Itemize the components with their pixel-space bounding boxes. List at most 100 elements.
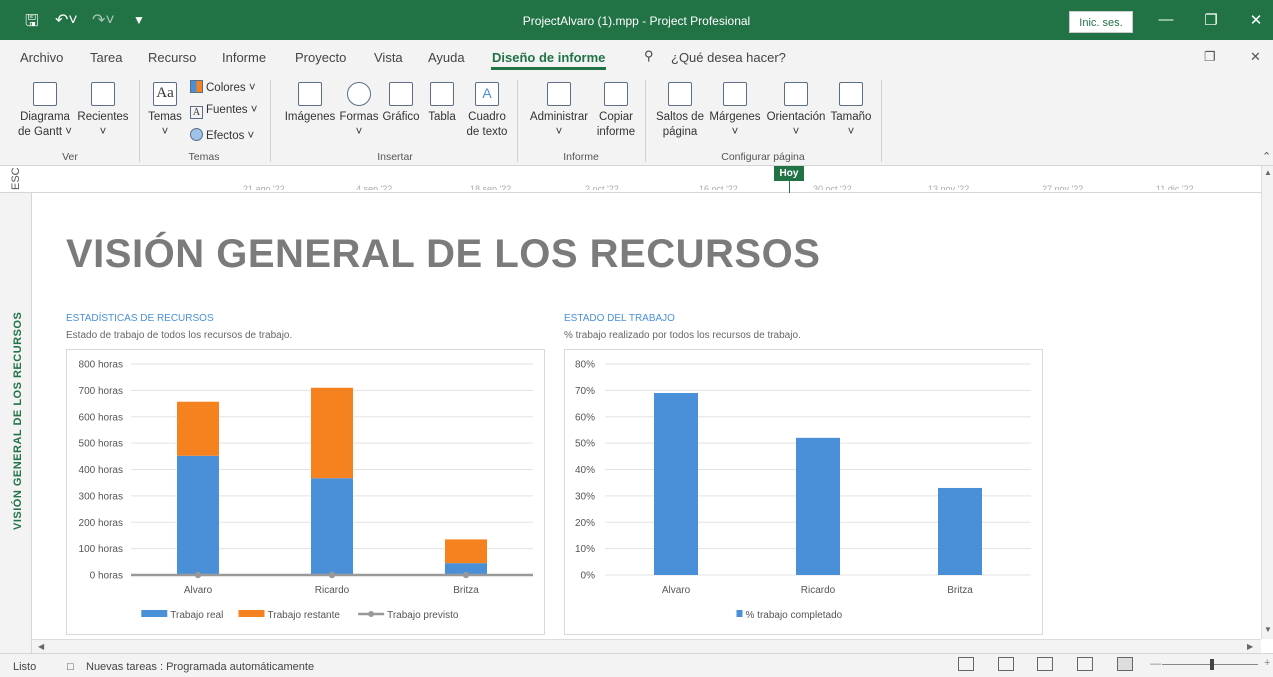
- y-tick-label: 10%: [575, 544, 595, 555]
- colors-button[interactable]: Colores ˅: [190, 80, 256, 94]
- text-box-button[interactable]: A Cuadro de texto: [463, 82, 511, 140]
- chart-subtitle[interactable]: % trabajo realizado por todos los recurs…: [564, 330, 801, 341]
- gantt-chart-button[interactable]: Diagrama de Gantt ˅: [17, 82, 73, 140]
- fonts-button[interactable]: A Fuentes ˅: [190, 104, 257, 119]
- timeline-date: 2 oct '22: [585, 184, 619, 190]
- tab-recurso[interactable]: Recurso: [148, 50, 196, 65]
- signin-button[interactable]: Inic. ses.: [1069, 11, 1133, 33]
- manage-button[interactable]: Administrar ˅: [526, 82, 592, 140]
- size-icon: [839, 82, 863, 106]
- scroll-left-icon[interactable]: ◀: [38, 642, 44, 651]
- task-mode-icon[interactable]: □: [67, 661, 74, 673]
- active-tab-indicator: [491, 67, 606, 70]
- y-tick-label: 400 horas: [79, 465, 123, 476]
- view-label: VISIÓN GENERAL DE LOS RECURSOS: [12, 311, 24, 530]
- bar: [654, 393, 698, 575]
- tab-proyecto[interactable]: Proyecto: [295, 50, 346, 65]
- group-label-insertar: Insertar: [377, 151, 413, 163]
- size-button[interactable]: Tamaño ˅: [829, 82, 873, 140]
- y-tick-label: 70%: [575, 386, 595, 397]
- themes-button[interactable]: Aa Temas ˅: [146, 82, 184, 140]
- legend-label: Trabajo previsto: [387, 610, 459, 621]
- chart-button[interactable]: Gráfico: [381, 82, 421, 125]
- bar: [311, 478, 353, 575]
- orientation-icon: [784, 82, 808, 106]
- data-point: [194, 571, 202, 579]
- report-title[interactable]: VISIÓN GENERAL DE LOS RECURSOS: [66, 232, 820, 277]
- y-tick-label: 0 horas: [90, 571, 123, 582]
- status-ready: Listo: [13, 661, 37, 673]
- zoom-in-icon[interactable]: +: [1264, 657, 1270, 669]
- resource-stats-svg: 0 horas 100 horas 200 horas 300 horas 400 ho…: [79, 360, 533, 621]
- chart-subtitle[interactable]: Estado de trabajo de todos los recursos …: [66, 330, 292, 341]
- collapse-ribbon-icon[interactable]: ⌃: [1262, 150, 1271, 163]
- colors-icon: [190, 80, 203, 93]
- shapes-button[interactable]: Formas ˅: [339, 82, 379, 140]
- timeline-date: 4 sep '22: [356, 184, 393, 190]
- chevron-down-icon: ˅: [161, 126, 169, 138]
- timeline-date: 21 ago '22: [243, 184, 285, 190]
- x-tick-label: Alvaro: [662, 585, 691, 596]
- tab-diseno-de-informe[interactable]: Diseño de informe: [492, 50, 605, 65]
- work-status-svg: 0% 10% 20% 30% 40% 50% 60% 70% 80% Alvaro Ricardo B…: [575, 360, 1031, 621]
- report-view-icon[interactable]: [1117, 657, 1133, 671]
- ribbon-separator: [881, 80, 882, 162]
- chart-title[interactable]: ESTADO DEL TRABAJO: [564, 313, 675, 324]
- image-icon: [298, 82, 322, 106]
- restore-icon[interactable]: ❐: [1199, 11, 1223, 29]
- tab-informe[interactable]: Informe: [222, 50, 266, 65]
- x-tick-label: Ricardo: [315, 585, 350, 596]
- chevron-down-icon: ˅: [847, 126, 855, 138]
- recent-button[interactable]: Recientes ˅: [77, 82, 129, 140]
- y-tick-label: 200 horas: [79, 518, 123, 529]
- work-status-chart[interactable]: 0% 10% 20% 30% 40% 50% 60% 70% 80% Alvaro Ricardo B…: [564, 349, 1043, 635]
- close-document-icon[interactable]: ✕: [1250, 49, 1261, 65]
- minimize-icon[interactable]: —: [1154, 11, 1178, 28]
- task-usage-view-icon[interactable]: [998, 657, 1014, 671]
- bar: [796, 437, 840, 575]
- resource-sheet-view-icon[interactable]: [1077, 657, 1093, 671]
- y-tick-label: 700 horas: [79, 386, 123, 397]
- table-icon: [430, 82, 454, 106]
- orientation-button[interactable]: Orientación ˅: [764, 82, 828, 140]
- scroll-right-icon[interactable]: ▶: [1247, 642, 1253, 651]
- tab-vista[interactable]: Vista: [374, 50, 403, 65]
- y-tick-label: 50%: [575, 439, 595, 450]
- menu-bar: Archivo Tarea Recurso Informe Proyecto V…: [0, 40, 1273, 72]
- tab-archivo[interactable]: Archivo: [20, 50, 63, 65]
- margins-button[interactable]: Márgenes ˅: [708, 82, 762, 140]
- tab-ayuda[interactable]: Ayuda: [428, 50, 465, 65]
- close-icon[interactable]: ✕: [1244, 11, 1268, 29]
- page-breaks-button[interactable]: Saltos de página: [654, 82, 706, 140]
- vertical-scrollbar[interactable]: ▲ ▼: [1261, 166, 1273, 639]
- timescale-label: ESC: [10, 167, 22, 190]
- tab-tarea[interactable]: Tarea: [90, 50, 123, 65]
- today-marker: Hoy: [774, 166, 804, 181]
- chart-title[interactable]: ESTADÍSTICAS DE RECURSOS: [66, 313, 214, 324]
- data-point: [328, 571, 336, 579]
- legend-label: Trabajo real: [170, 610, 223, 621]
- zoom-out-icon[interactable]: —: [1150, 658, 1161, 670]
- y-tick-label: 80%: [575, 360, 595, 371]
- gantt-view-icon[interactable]: [958, 657, 974, 671]
- scroll-up-icon[interactable]: ▲: [1264, 168, 1272, 177]
- images-button[interactable]: Imágenes: [282, 82, 338, 125]
- search-input[interactable]: ¿Qué desea hacer?: [671, 50, 786, 65]
- zoom-slider-thumb[interactable]: [1210, 659, 1214, 670]
- team-planner-view-icon[interactable]: [1037, 657, 1053, 671]
- copy-report-button[interactable]: Copiar informe: [594, 82, 638, 140]
- resource-stats-chart[interactable]: 0 horas 100 horas 200 horas 300 horas 400 ho…: [66, 349, 545, 635]
- bar: [177, 455, 219, 575]
- timeline-date: 16 oct '22: [699, 184, 738, 190]
- chevron-down-icon: ˅: [99, 126, 107, 138]
- effects-button[interactable]: Efectos ˅: [190, 128, 254, 142]
- legend-swatch: [736, 610, 743, 617]
- search-icon[interactable]: ⚲: [644, 48, 654, 64]
- fonts-icon: A: [190, 106, 203, 119]
- horizontal-scrollbar[interactable]: ◀ ▶: [32, 639, 1261, 653]
- new-tasks-mode[interactable]: Nuevas tareas : Programada automáticamen…: [86, 661, 314, 673]
- group-label-configurar: Configurar página: [721, 151, 805, 163]
- scroll-down-icon[interactable]: ▼: [1264, 625, 1272, 634]
- ribbon-display-icon[interactable]: ❐: [1204, 49, 1216, 65]
- table-button[interactable]: Tabla: [425, 82, 459, 125]
